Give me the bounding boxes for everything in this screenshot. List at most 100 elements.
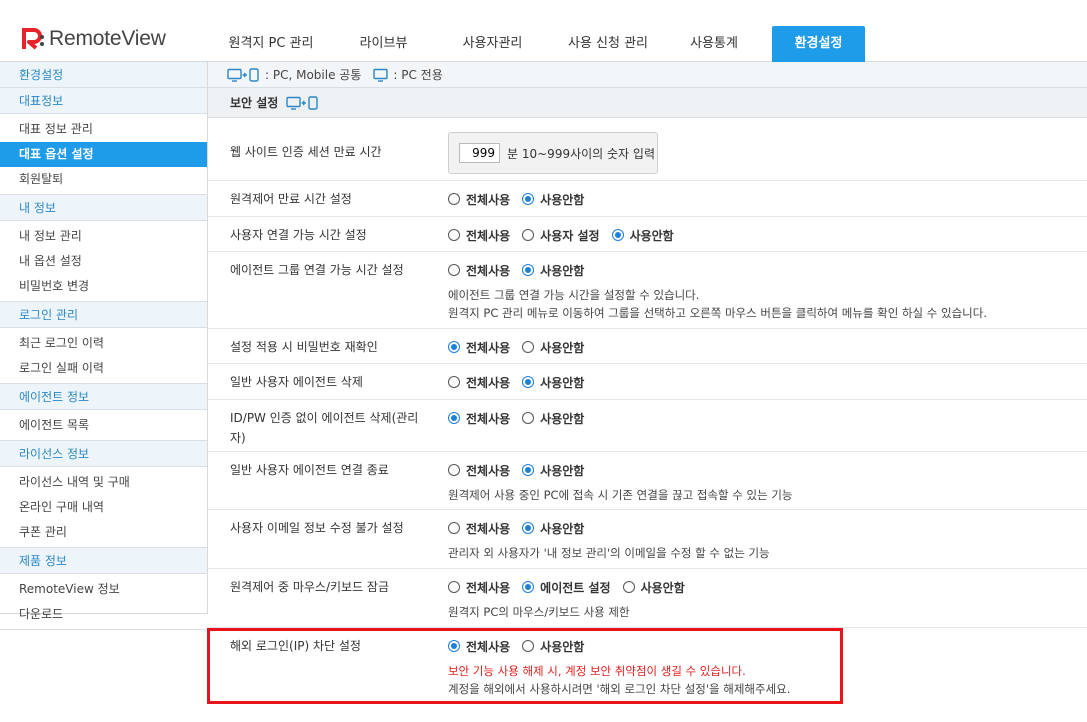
- session-hint: 분 10~999사이의 숫자 입력: [507, 146, 655, 161]
- setting-description: 에이전트 그룹 연결 가능 시간을 설정할 수 있습니다.: [448, 288, 700, 302]
- radio-option[interactable]: 사용안함: [522, 462, 584, 479]
- sidebar-section-title[interactable]: 제품 정보: [0, 548, 207, 574]
- session-box: 분 10~999사이의 숫자 입력: [448, 132, 658, 174]
- radio-label: 전체사용: [466, 340, 511, 355]
- radio-option[interactable]: 전체사용: [448, 410, 510, 427]
- radio-option[interactable]: 사용안함: [522, 262, 584, 279]
- sidebar-section-title[interactable]: 내 정보: [0, 195, 207, 221]
- radio-button[interactable]: [448, 412, 460, 424]
- sidebar-item[interactable]: 내 옵션 설정: [0, 249, 207, 274]
- sidebar-item[interactable]: 비밀번호 변경: [0, 274, 207, 299]
- radio-option[interactable]: 사용안함: [522, 191, 584, 208]
- radio-option[interactable]: 전체사용: [448, 462, 510, 479]
- sidebar-item[interactable]: RemoteView 정보: [0, 577, 207, 602]
- radio-button[interactable]: [522, 464, 535, 476]
- radio-button[interactable]: [448, 640, 460, 652]
- radio-button[interactable]: [522, 229, 535, 241]
- nav-tab[interactable]: 라이브뷰: [330, 26, 437, 62]
- sidebar-section-title[interactable]: 라이선스 정보: [0, 441, 207, 467]
- session-timeout-input[interactable]: [459, 143, 500, 163]
- settings-row-session: 웹 사이트 인증 세션 만료 시간 분 10~999사이의 숫자 입력: [208, 118, 1087, 181]
- setting-description: 관리자 외 사용자가 '내 정보 관리'의 이메일을 수정 할 수 없는 기능: [448, 546, 770, 560]
- radio-button[interactable]: [522, 522, 535, 534]
- radio-label: 전체사용: [466, 375, 511, 390]
- nav-tab[interactable]: 원격지 PC 관리: [212, 26, 330, 62]
- sidebar-item[interactable]: 최근 로그인 이력: [0, 331, 207, 356]
- radio-label: 사용안함: [540, 340, 585, 355]
- setting-value: 전체사용 사용안함관리자 외 사용자가 '내 정보 관리'의 이메일을 수정 할 …: [448, 518, 770, 562]
- sidebar-section-title[interactable]: 대표정보: [0, 88, 207, 114]
- radio-button[interactable]: [522, 264, 535, 276]
- nav-tab[interactable]: 환경설정: [772, 26, 865, 62]
- sidebar-item[interactable]: 에이전트 목록: [0, 413, 207, 438]
- sidebar-section-title[interactable]: 에이전트 정보: [0, 384, 207, 410]
- radio-button[interactable]: [448, 581, 460, 593]
- radio-option[interactable]: 사용안함: [622, 579, 685, 596]
- radio-option[interactable]: 전체사용: [448, 638, 510, 655]
- radio-button[interactable]: [522, 341, 535, 353]
- radio-option[interactable]: 사용안함: [522, 520, 584, 537]
- radio-option[interactable]: 사용안함: [611, 227, 674, 244]
- settings-row: 설정 적용 시 비밀번호 재확인 전체사용 사용안함: [208, 329, 1087, 364]
- legend-pc-label: : PC 전용: [393, 68, 443, 82]
- radio-button[interactable]: [622, 581, 635, 593]
- radio-group: 전체사용 사용안함: [448, 189, 596, 209]
- setting-value: 전체사용 사용자 설정 사용안함: [448, 225, 686, 245]
- sidebar-item[interactable]: 쿠폰 관리: [0, 520, 207, 545]
- remoteview-logo[interactable]: RemoteView: [20, 27, 166, 51]
- setting-warning: 보안 기능 사용 해제 시, 계정 보안 취약점이 생길 수 있습니다.: [448, 664, 746, 678]
- radio-option[interactable]: 사용안함: [522, 374, 584, 391]
- settings-row: 원격제어 중 마우스/키보드 잠금 전체사용 에이전트 설정 사용안함 원격지 PC의 …: [208, 569, 1087, 628]
- radio-option[interactable]: 전체사용: [448, 374, 510, 391]
- radio-option[interactable]: 전체사용: [448, 227, 510, 244]
- sidebar-item[interactable]: 라이선스 내역 및 구매: [0, 470, 207, 495]
- radio-button[interactable]: [522, 376, 535, 388]
- settings-row: 일반 사용자 에이전트 연결 종료 전체사용 사용안함 원격제어 사용 중인 PC에 …: [208, 452, 1087, 510]
- radio-button[interactable]: [611, 229, 624, 241]
- setting-value: 전체사용 사용안함: [448, 189, 596, 209]
- sidebar: 환경설정 대표정보 대표 정보 관리 대표 옵션 설정 회원탈퇴 내 정보 내 정보 관리…: [0, 62, 208, 630]
- sidebar-group: 내 정보 관리 내 옵션 설정 비밀번호 변경: [0, 221, 207, 302]
- radio-button[interactable]: [448, 229, 460, 241]
- sidebar-item[interactable]: 로그인 실패 이력: [0, 356, 207, 381]
- radio-button[interactable]: [448, 522, 460, 534]
- nav-tab[interactable]: 사용자관리: [437, 26, 548, 62]
- nav-tab[interactable]: 사용통계: [668, 26, 760, 62]
- radio-button[interactable]: [448, 376, 460, 388]
- sidebar-item[interactable]: 대표 정보 관리: [0, 117, 207, 142]
- radio-button[interactable]: [448, 264, 460, 276]
- radio-label: 사용안함: [629, 228, 674, 243]
- radio-option[interactable]: 사용안함: [522, 638, 584, 655]
- radio-option[interactable]: 사용안함: [522, 339, 584, 356]
- radio-button[interactable]: [448, 341, 460, 353]
- radio-label: 전체사용: [466, 192, 511, 207]
- radio-button[interactable]: [522, 640, 535, 652]
- radio-option[interactable]: 전체사용: [448, 339, 510, 356]
- radio-option[interactable]: 전체사용: [448, 262, 510, 279]
- radio-button[interactable]: [448, 193, 460, 205]
- sidebar-item[interactable]: 다운로드: [0, 602, 207, 627]
- radio-option[interactable]: 에이전트 설정: [522, 579, 611, 596]
- sidebar-item[interactable]: 회원탈퇴: [0, 167, 207, 192]
- sidebar-item[interactable]: 온라인 구매 내역: [0, 495, 207, 520]
- sidebar-section-title[interactable]: 로그인 관리: [0, 302, 207, 328]
- radio-label: 전체사용: [466, 521, 511, 536]
- radio-button[interactable]: [448, 464, 460, 476]
- radio-option[interactable]: 전체사용: [448, 579, 510, 596]
- legend-common-label: : PC, Mobile 공통: [265, 68, 362, 82]
- radio-option[interactable]: 전체사용: [448, 191, 510, 208]
- radio-button[interactable]: [522, 581, 535, 593]
- setting-label: ID/PW 인증 없이 에이전트 삭제(관리자): [230, 411, 419, 445]
- setting-label: 에이전트 그룹 연결 가능 시간 설정: [230, 263, 404, 277]
- radio-option[interactable]: 사용자 설정: [522, 227, 600, 244]
- radio-button[interactable]: [522, 412, 535, 424]
- sidebar-item[interactable]: 내 정보 관리: [0, 224, 207, 249]
- radio-button[interactable]: [522, 193, 535, 205]
- radio-group: 전체사용 사용안함: [448, 372, 596, 392]
- nav-tab[interactable]: 사용 신청 관리: [548, 26, 668, 62]
- sidebar-item[interactable]: 대표 옵션 설정: [0, 142, 207, 167]
- radio-option[interactable]: 전체사용: [448, 520, 510, 537]
- radio-group: 전체사용 사용자 설정 사용안함: [448, 225, 686, 245]
- radio-label: 사용안함: [540, 192, 585, 207]
- radio-option[interactable]: 사용안함: [522, 410, 584, 427]
